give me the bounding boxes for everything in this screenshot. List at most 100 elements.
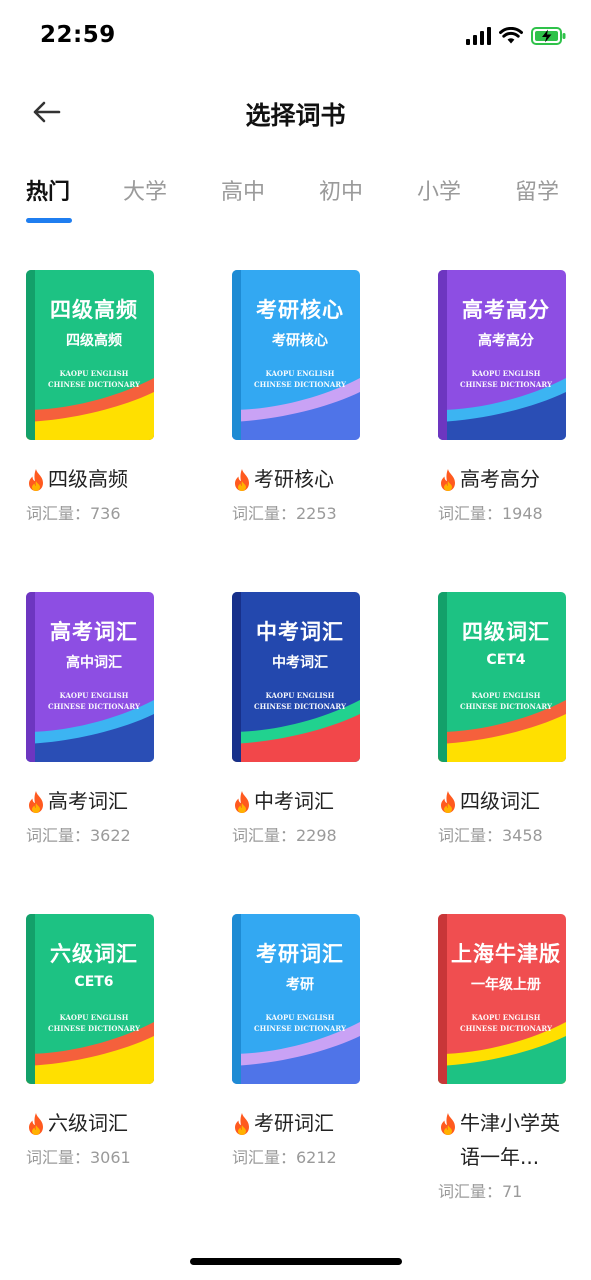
book-name-row: 六级词汇 [26,1106,176,1140]
book-cover-subtitle: 考研核心 [272,333,328,349]
book-cover-brand: KAOPU ENGLISH CHINESE DICTIONARY [34,368,154,390]
page-title: 选择词书 [245,101,346,130]
book-cover-brand-line1: KAOPU ENGLISH [471,369,541,378]
book-word-count: 词汇量：3622 [26,826,131,845]
battery-charging-icon [531,27,566,45]
book-name: 四级高频 [48,467,128,491]
book-cover-title: 四级高频 [50,298,138,322]
book-cover-brand: KAOPU ENGLISH CHINESE DICTIONARY [240,1012,360,1034]
book-name-row: 中考词汇 [232,784,382,818]
book-word-count: 词汇量：2253 [232,504,337,523]
book-name: 高考高分 [460,467,540,491]
book-name-row: 高考词汇 [26,784,176,818]
cellular-signal-icon [466,27,491,45]
book-cover-brand: KAOPU ENGLISH CHINESE DICTIONARY [446,368,566,390]
book-word-count: 词汇量：3061 [26,1148,131,1167]
book-card[interactable]: 考研词汇 考研 KAOPU ENGLISH CHINESE DICTIONARY 考研词… [232,914,382,1168]
book-cover-brand: KAOPU ENGLISH CHINESE DICTIONARY [34,690,154,712]
book-cover-brand-line2: CHINESE DICTIONARY [460,702,552,711]
status-bar: 22:59 [0,0,591,72]
book-cover-brand-line1: KAOPU ENGLISH [265,691,335,700]
wifi-icon [499,27,523,44]
book-cover-title: 中考词汇 [256,620,344,644]
status-icons [466,26,567,46]
book-card[interactable]: 四级词汇 CET4 KAOPU ENGLISH CHINESE DICTIONARY 四… [438,592,588,846]
book-word-count: 词汇量：2298 [232,826,337,845]
book-cover-brand-line2: CHINESE DICTIONARY [48,380,140,389]
book-cover-subtitle: CET6 [74,974,114,990]
book-cover-brand: KAOPU ENGLISH CHINESE DICTIONARY [446,1012,566,1034]
book-card[interactable]: 中考词汇 中考词汇 KAOPU ENGLISH CHINESE DICTIONARY 中… [232,592,382,846]
book-cover-brand-line1: KAOPU ENGLISH [59,369,129,378]
book-name: 高考词汇 [48,789,128,813]
book-cover-brand-line1: KAOPU ENGLISH [265,369,335,378]
status-time: 22:59 [40,22,116,48]
book-card[interactable]: 四级高频 四级高频 KAOPU ENGLISH CHINESE DICTIONARY 四… [26,270,176,524]
book-word-count: 词汇量：1948 [438,504,543,523]
book-cover: 中考词汇 中考词汇 KAOPU ENGLISH CHINESE DICTIONARY [232,592,360,762]
fire-icon [441,791,455,813]
fire-icon [441,1113,455,1135]
book-cover-brand-line2: CHINESE DICTIONARY [460,1024,552,1033]
fire-icon [235,1113,249,1135]
home-indicator [190,1258,402,1265]
book-cover-subtitle: 高考高分 [478,333,534,349]
book-name-row: 四级高频 [26,462,176,496]
book-card[interactable]: 高考高分 高考高分 KAOPU ENGLISH CHINESE DICTIONARY 高… [438,270,588,524]
book-cover-brand-line1: KAOPU ENGLISH [59,691,129,700]
book-name: 中考词汇 [254,789,334,813]
book-cover-subtitle: 一年级上册 [471,977,541,993]
book-cover-brand-line2: CHINESE DICTIONARY [254,380,346,389]
fire-icon [29,791,43,813]
fire-icon [441,469,455,491]
book-cover-brand-line1: KAOPU ENGLISH [471,691,541,700]
book-cover-brand-line2: CHINESE DICTIONARY [460,380,552,389]
book-cover-subtitle: 考研 [286,977,314,993]
book-card[interactable]: 高考词汇 高中词汇 KAOPU ENGLISH CHINESE DICTIONARY 高… [26,592,176,846]
book-cover-subtitle: CET4 [486,652,526,668]
book-cover-brand-line1: KAOPU ENGLISH [471,1013,541,1022]
book-word-count: 词汇量：736 [26,504,121,523]
book-name: 四级词汇 [460,789,540,813]
book-cover-brand: KAOPU ENGLISH CHINESE DICTIONARY [240,690,360,712]
tab-high-school[interactable]: 高中 [221,174,265,206]
book-card[interactable]: 考研核心 考研核心 KAOPU ENGLISH CHINESE DICTIONARY 考… [232,270,382,524]
book-cover-brand: KAOPU ENGLISH CHINESE DICTIONARY [34,1012,154,1034]
book-cover-title: 考研词汇 [256,942,344,966]
tab-study-abroad[interactable]: 留学 [515,174,559,206]
book-name-row: 考研核心 [232,462,382,496]
book-name: 六级词汇 [48,1111,128,1135]
book-name: 牛津小学英语一年... [460,1111,560,1169]
book-cover-brand-line2: CHINESE DICTIONARY [254,702,346,711]
book-card[interactable]: 六级词汇 CET6 KAOPU ENGLISH CHINESE DICTIONARY 六… [26,914,176,1168]
book-cover: 四级高频 四级高频 KAOPU ENGLISH CHINESE DICTIONARY [26,270,154,440]
book-cover: 高考高分 高考高分 KAOPU ENGLISH CHINESE DICTIONARY [438,270,566,440]
tab-primary-school[interactable]: 小学 [417,174,461,206]
book-cover: 四级词汇 CET4 KAOPU ENGLISH CHINESE DICTIONARY [438,592,566,762]
book-cover-title: 考研核心 [256,298,344,322]
book-cover-title: 高考高分 [462,298,550,322]
book-name-row: 牛津小学英语一年... [438,1106,588,1174]
book-word-count: 词汇量：3458 [438,826,543,845]
book-cover-title: 四级词汇 [462,620,550,644]
book-word-count: 词汇量：71 [438,1182,523,1201]
book-name: 考研词汇 [254,1111,334,1135]
book-cover-brand: KAOPU ENGLISH CHINESE DICTIONARY [240,368,360,390]
book-cover-brand-line2: CHINESE DICTIONARY [48,1024,140,1033]
fire-icon [235,791,249,813]
book-cover: 高考词汇 高中词汇 KAOPU ENGLISH CHINESE DICTIONARY [26,592,154,762]
book-name: 考研核心 [254,467,334,491]
book-card[interactable]: 上海牛津版 一年级上册 KAOPU ENGLISH CHINESE DICTIONAR… [438,914,588,1202]
tab-middle-school[interactable]: 初中 [319,174,363,206]
tab-university[interactable]: 大学 [123,174,167,206]
book-cover-subtitle: 中考词汇 [272,655,328,671]
header: 选择词书 [0,80,591,144]
book-cover-brand-line2: CHINESE DICTIONARY [48,702,140,711]
tab-popular[interactable]: 热门 [26,174,70,206]
book-cover: 上海牛津版 一年级上册 KAOPU ENGLISH CHINESE DICTIONAR… [438,914,566,1084]
book-cover: 考研核心 考研核心 KAOPU ENGLISH CHINESE DICTIONARY [232,270,360,440]
book-cover: 考研词汇考研 KAOPU ENGLISH CHINESE DICTIONARY [232,914,360,1084]
book-cover-brand: KAOPU ENGLISH CHINESE DICTIONARY [446,690,566,712]
book-cover-title: 六级词汇 [50,942,138,966]
category-tabs: 热门 大学 高中 初中 小学 留学 [0,168,591,228]
